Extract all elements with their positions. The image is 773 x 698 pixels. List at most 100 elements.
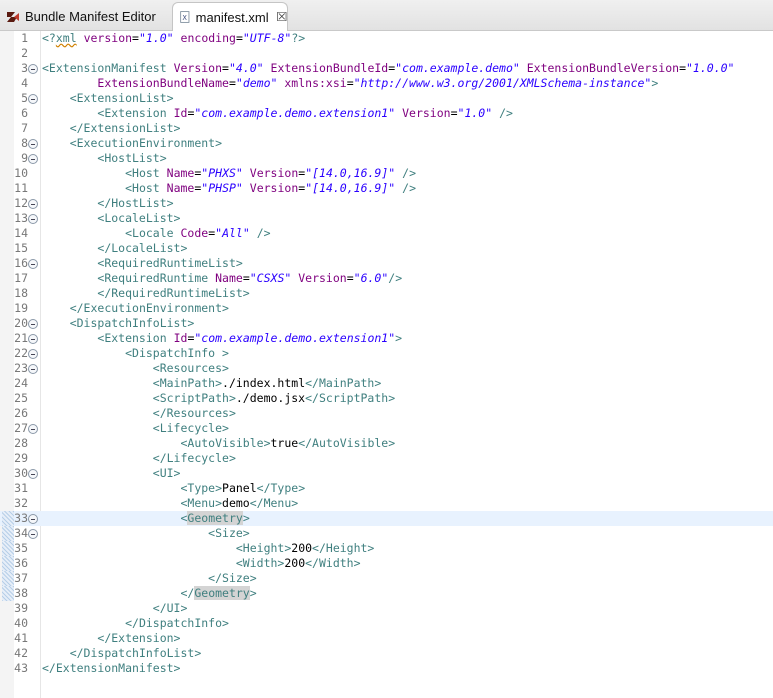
code-line[interactable]: 10 <Host Name="PHXS" Version="[14.0,16.9… — [0, 166, 773, 181]
code-line[interactable]: 13 <LocaleList> — [0, 211, 773, 226]
tab-label: Bundle Manifest Editor — [25, 9, 156, 24]
code-line[interactable]: 1 <?xml version="1.0" encoding="UTF-8"?> — [0, 31, 773, 46]
token: "com.example.demo" — [395, 61, 520, 75]
code-line[interactable]: 32 <Menu>demo</Menu> — [0, 496, 773, 511]
code-line[interactable]: 24 <MainPath>./index.html</MainPath> — [0, 376, 773, 391]
collapse-fold-icon[interactable] — [28, 424, 38, 434]
token: = — [228, 76, 236, 90]
code-line[interactable]: 35 <Height>200</Height> — [0, 541, 773, 556]
code-line[interactable]: 21 <Extension Id="com.example.demo.exten… — [0, 331, 773, 346]
code-line[interactable]: 36 <Width>200</Width> — [0, 556, 773, 571]
code-line[interactable]: 41 </Extension> — [0, 631, 773, 646]
code-line[interactable]: 12 </HostList> — [0, 196, 773, 211]
collapse-fold-icon[interactable] — [28, 349, 38, 359]
token: Id — [173, 106, 188, 120]
collapse-fold-icon[interactable] — [28, 469, 38, 479]
code-line[interactable]: 31 <Type>Panel</Type> — [0, 481, 773, 496]
collapse-fold-icon[interactable] — [28, 154, 38, 164]
code-line[interactable]: 40 </DispatchInfo> — [0, 616, 773, 631]
token: "1.0.0" — [686, 61, 735, 75]
xml-editor[interactable]: 1 <?xml version="1.0" encoding="UTF-8"?> 2… — [0, 31, 773, 698]
collapse-fold-icon[interactable] — [28, 514, 38, 524]
code-line[interactable]: 23 <Resources> — [0, 361, 773, 376]
token: /> — [256, 226, 271, 240]
code-line[interactable]: 8 <ExecutionEnvironment> — [0, 136, 773, 151]
collapse-fold-icon[interactable] — [28, 94, 38, 104]
code-line[interactable]: 29 </Lifecycle> — [0, 451, 773, 466]
code-line[interactable]: 17 <RequiredRuntime Name="CSXS" Version=… — [0, 271, 773, 286]
token: > — [395, 331, 403, 345]
collapse-fold-icon[interactable] — [28, 214, 38, 224]
collapse-fold-icon[interactable] — [28, 64, 38, 74]
line-number: 40 — [14, 616, 28, 630]
code-text: <ExtensionManifest Version="4.0" Extensi… — [42, 61, 734, 76]
collapse-fold-icon[interactable] — [28, 364, 38, 374]
code-text: <RequiredRuntime Name="CSXS" Version="6.… — [42, 271, 402, 286]
code-line[interactable]: 42 </DispatchInfoList> — [0, 646, 773, 661]
token: Version — [173, 61, 223, 75]
code-line[interactable]: 33 <Geometry> — [0, 511, 773, 526]
tab-bundle-manifest-editor[interactable]: Bundle Manifest Editor — [6, 3, 156, 30]
code-line[interactable]: 20 <DispatchInfoList> — [0, 316, 773, 331]
code-text: <Size> — [42, 526, 250, 541]
code-line[interactable]: 26 </Resources> — [0, 406, 773, 421]
code-line[interactable]: 25 <ScriptPath>./demo.jsx</ScriptPath> — [0, 391, 773, 406]
code-line[interactable]: 37 </Size> — [0, 571, 773, 586]
code-line[interactable]: 43 </ExtensionManifest> — [0, 661, 773, 676]
bundle-editor-icon — [7, 11, 19, 22]
collapse-fold-icon[interactable] — [28, 199, 38, 209]
collapse-fold-icon[interactable] — [28, 139, 38, 149]
code-line[interactable]: 7 </ExtensionList> — [0, 121, 773, 136]
code-line[interactable]: 5 <ExtensionList> — [0, 91, 773, 106]
code-line[interactable]: 6 <Extension Id = "com.example.demo.extens… — [0, 106, 773, 121]
code-line[interactable]: 16 <RequiredRuntimeList> — [0, 256, 773, 271]
token: <Extension — [97, 106, 167, 120]
code-line[interactable]: 39 </UI> — [0, 601, 773, 616]
code-line[interactable]: 27 <Lifecycle> — [0, 421, 773, 436]
token: "1.0" — [457, 106, 493, 120]
code-line[interactable]: 11 <Host Name="PHSP" Version="[14.0,16.9… — [0, 181, 773, 196]
token: "4.0" — [228, 61, 264, 75]
code-line[interactable]: 34 <Size> — [0, 526, 773, 541]
token: /> — [388, 271, 403, 285]
code-line[interactable]: 19 </ExecutionEnvironment> — [0, 301, 773, 316]
code-line[interactable]: 2 — [0, 46, 773, 61]
code-line[interactable]: 4 ExtensionBundleName="demo" xmlns:xsi="… — [0, 76, 773, 91]
collapse-fold-icon[interactable] — [28, 334, 38, 344]
tab-manifest-xml[interactable]: X manifest.xml ⮽ — [172, 2, 288, 31]
line-number: 19 — [14, 301, 28, 315]
token: <Height> — [235, 541, 292, 555]
code-line[interactable]: 22 <DispatchInfo > — [0, 346, 773, 361]
token: ./demo.jsx — [235, 391, 306, 405]
code-line[interactable]: 14 <Locale Code="All" /> — [0, 226, 773, 241]
token: "[14.0,16.9]" — [305, 181, 396, 195]
collapse-fold-icon[interactable] — [28, 529, 38, 539]
close-tab-icon[interactable]: ⮽ — [277, 9, 287, 25]
code-line[interactable]: 30 <UI> — [0, 466, 773, 481]
code-line[interactable]: 9 <HostList> — [0, 151, 773, 166]
code-line[interactable]: 18 </RequiredRuntimeList> — [0, 286, 773, 301]
code-line[interactable]: 28 <AutoVisible>true</AutoVisible> — [0, 436, 773, 451]
token: > — [249, 586, 257, 600]
tab-label: manifest.xml — [195, 9, 269, 25]
collapse-fold-icon[interactable] — [28, 319, 38, 329]
code-line[interactable]: 15 </LocaleList> — [0, 241, 773, 256]
code-text: </Geometry> — [42, 586, 257, 601]
token: ?> — [291, 31, 306, 45]
code-line[interactable]: 3 <ExtensionManifest Version="4.0" Extens… — [0, 61, 773, 76]
token: Id — [173, 331, 188, 345]
token: true — [270, 436, 299, 450]
code-text: <ScriptPath>./demo.jsx</ScriptPath> — [42, 391, 395, 406]
code-lines[interactable]: 1 <?xml version="1.0" encoding="UTF-8"?> 2… — [0, 31, 773, 676]
collapse-fold-icon[interactable] — [28, 259, 38, 269]
code-line[interactable]: 38 </Geometry> — [0, 586, 773, 601]
